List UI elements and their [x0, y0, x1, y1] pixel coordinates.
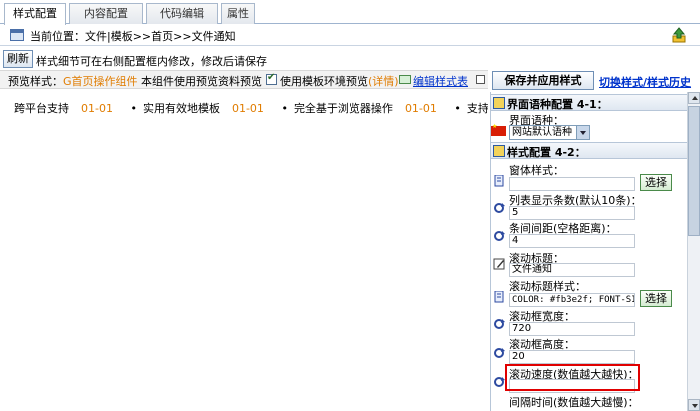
choose-title-style-button[interactable]: 选择: [640, 290, 672, 307]
scroll-title-field[interactable]: 文件通知: [509, 263, 635, 277]
language-section-title: 界面语种配置 4-1：: [507, 98, 608, 111]
scroll-height-field[interactable]: 20: [509, 350, 635, 364]
action-row: 刷新 样式细节可在右侧配置框内修改，修改后请保存: [0, 48, 700, 70]
style-section-header[interactable]: 样式配置 4-2：: [491, 142, 687, 159]
highlight-box: [505, 364, 640, 391]
bullet-icon: •: [130, 102, 137, 115]
tab-style-config[interactable]: 样式配置: [4, 3, 66, 25]
interval-label: 间隔时间(数值越大越慢)：: [509, 396, 639, 409]
marquee-title: 跨平台支持: [14, 102, 69, 115]
detail-link[interactable]: (详情): [368, 75, 399, 88]
hint-text: 样式细节可在右侧配置框内修改，修改后请保存: [36, 55, 267, 68]
marquee-item[interactable]: • 支持丰富的内容: [454, 102, 488, 115]
scroll-width-field[interactable]: 720: [509, 322, 635, 336]
marquee-date: 01-01: [404, 102, 437, 115]
go-up-icon[interactable]: [672, 27, 686, 43]
config-icon: [493, 145, 505, 157]
tab-bar: 样式配置 内容配置 代码编辑 属性: [0, 0, 700, 25]
tab-code-edit[interactable]: 代码编辑: [146, 3, 218, 24]
window-style-label: 窗体样式：: [509, 164, 564, 177]
refresh-icon: [494, 231, 505, 241]
scroll-thumb[interactable]: [688, 106, 700, 236]
scrolling-marquee: 跨平台支持 01-01 • 实用有效地模板 01-01 • 完全基于浏览器操作 01-01…: [14, 100, 488, 116]
right-panel-header: 保存并应用样式 切换样式/样式历史: [490, 70, 700, 92]
refresh-icon: [494, 203, 505, 213]
edit-icon: [493, 258, 505, 270]
scroll-down-icon[interactable]: [688, 399, 700, 411]
marquee-date: 01-01: [81, 102, 113, 115]
location-bar: 当前位置：文件|模板>>首页>>文件通知: [0, 25, 700, 46]
preview-label-suffix: 本组件使用预览资料预览: [141, 75, 263, 88]
refresh-icon: [494, 319, 505, 329]
style-section-title: 样式配置 4-2：: [507, 146, 586, 159]
tab-properties[interactable]: 属性: [221, 3, 255, 24]
breadcrumb: 当前位置：文件|模板>>首页>>文件通知: [30, 30, 236, 43]
edit-stylesheet-link[interactable]: 编辑样式表: [413, 73, 468, 89]
preview-area: 跨平台支持 01-01 • 实用有效地模板 01-01 • 完全基于浏览器操作 01-01…: [0, 90, 488, 411]
switch-style-history-link[interactable]: 切换样式/样式历史: [599, 74, 691, 90]
bullet-icon: •: [281, 102, 288, 115]
marquee-title: 实用有效地模板: [142, 102, 220, 115]
choose-window-style-button[interactable]: 选择: [640, 174, 672, 191]
window-style-field[interactable]: [509, 177, 635, 191]
preview-label: 预览样式：G首页操作组件 本组件使用预览资料预览: [8, 73, 262, 89]
collapse-box[interactable]: [476, 75, 485, 84]
edit-stylesheet-icon: [399, 75, 411, 84]
document-icon: [494, 291, 504, 303]
language-section-header[interactable]: 界面语种配置 4-1：: [491, 94, 687, 111]
scroll-up-icon[interactable]: [688, 92, 700, 104]
preview-label-prefix: 预览样式：: [8, 75, 63, 88]
refresh-button[interactable]: 刷新: [3, 50, 33, 68]
use-template-checkbox[interactable]: [266, 72, 277, 85]
flag-icon: [491, 123, 506, 136]
use-template-label: 使用模板环境预览(详情): [280, 73, 399, 89]
config-icon: [493, 97, 505, 109]
marquee-title: 完全基于浏览器操作: [293, 102, 393, 115]
tab-content-config[interactable]: 内容配置: [69, 3, 143, 24]
language-select[interactable]: 网站默认语种: [509, 125, 590, 140]
config-panel-scrollbar[interactable]: [687, 92, 700, 411]
chevron-down-icon: [576, 126, 589, 139]
spacing-field[interactable]: 4: [509, 234, 635, 248]
refresh-icon: [494, 348, 505, 358]
marquee-item[interactable]: • 完全基于浏览器操作 01-01: [281, 102, 436, 115]
scroll-title-style-label: 滚动标题样式：: [509, 280, 586, 293]
use-template-text: 使用模板环境预览: [280, 75, 368, 88]
preview-toolbar: 预览样式：G首页操作组件 本组件使用预览资料预览 使用模板环境预览(详情) 编辑…: [0, 70, 488, 89]
marquee-item[interactable]: • 实用有效地模板 01-01: [130, 102, 263, 115]
language-select-value: 网站默认语种: [512, 127, 572, 138]
bullet-icon: •: [454, 102, 461, 115]
marquee-title: 支持丰富的内容: [466, 102, 488, 115]
window-icon: [10, 29, 24, 41]
list-count-field[interactable]: 5: [509, 206, 635, 220]
component-name: G首页操作组件: [63, 75, 138, 88]
marquee-item[interactable]: 跨平台支持 01-01: [14, 102, 113, 115]
scroll-title-style-field[interactable]: COLOR: #fb3e2f; FONT-SIZE: [509, 293, 635, 307]
save-apply-button[interactable]: 保存并应用样式: [492, 71, 594, 90]
document-icon: [494, 175, 504, 187]
marquee-date: 01-01: [231, 102, 264, 115]
